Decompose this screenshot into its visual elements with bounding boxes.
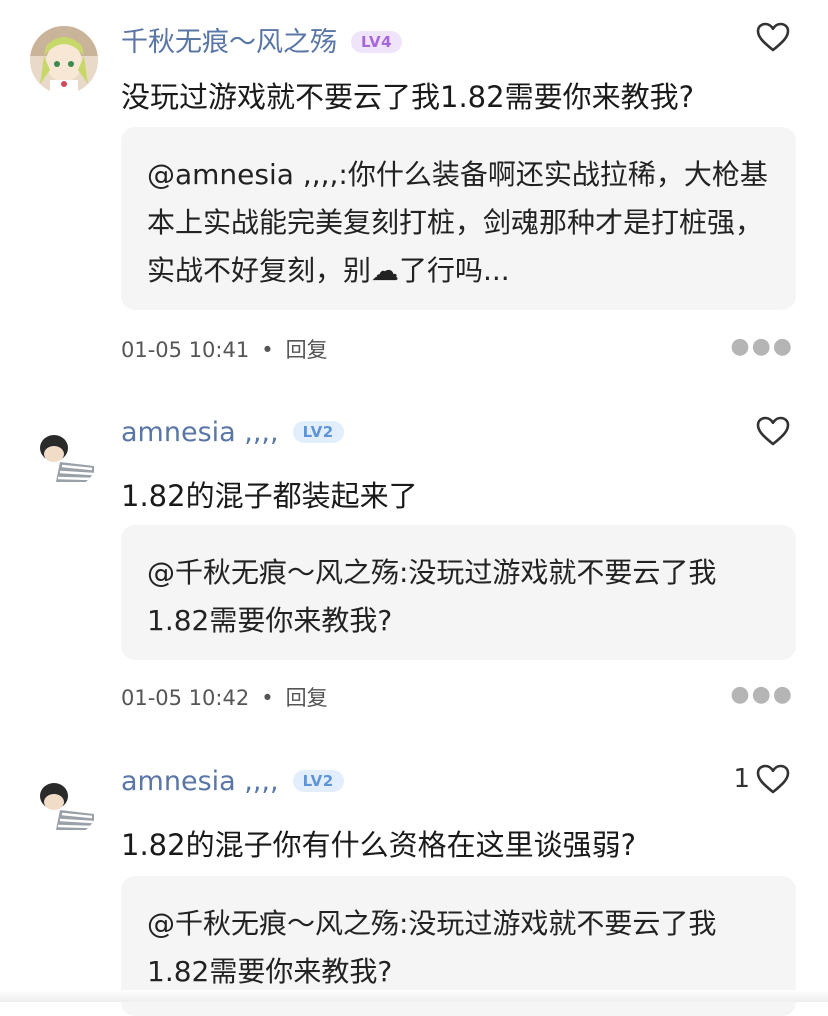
username-text[interactable]: amnesia ,,,, <box>121 766 279 797</box>
child-avatar-icon <box>30 770 98 838</box>
quoted-reply[interactable]: @千秋无痕～风之殇:没玩过游戏就不要云了我1.82需要你来教我? <box>121 525 796 660</box>
level-badge: LV2 <box>292 420 344 443</box>
quoted-reply[interactable]: @amnesia ,,,,:你什么装备啊还实战拉稀，大枪基本上实战能完美复刻打桩… <box>121 127 796 310</box>
level-badge: LV2 <box>292 769 344 792</box>
like-button[interactable] <box>750 416 790 446</box>
comment-meta: 01-05 10:41 • 回复 <box>121 334 328 364</box>
avatar[interactable] <box>30 422 98 490</box>
heart-outline-icon <box>756 22 790 52</box>
bottom-edge <box>0 990 828 1002</box>
reply-button[interactable]: 回复 <box>286 338 328 362</box>
username-text[interactable]: amnesia ,,,, <box>121 417 279 448</box>
comment-meta: 01-05 10:42 • 回复 <box>121 682 328 712</box>
comment-text: 1.82的混子你有什么资格在这里谈强弱? <box>121 828 636 862</box>
comment-text: 没玩过游戏就不要云了我1.82需要你来教我? <box>121 80 694 114</box>
timestamp: 01-05 10:41 <box>121 338 250 362</box>
username[interactable]: amnesia ,,,, LV2 <box>121 766 344 797</box>
timestamp: 01-05 10:42 <box>121 686 250 710</box>
separator-dot: • <box>261 686 274 710</box>
heart-outline-icon <box>756 764 790 794</box>
comment-text: 1.82的混子都装起来了 <box>121 479 418 513</box>
username[interactable]: amnesia ,,,, LV2 <box>121 417 344 448</box>
username[interactable]: 千秋无痕～风之殇 LV4 <box>121 20 403 59</box>
reply-button[interactable]: 回复 <box>286 686 328 710</box>
child-avatar-icon <box>30 422 98 490</box>
heart-outline-icon <box>756 416 790 446</box>
anime-girl-avatar-icon <box>30 26 98 94</box>
avatar[interactable] <box>30 26 98 94</box>
like-button[interactable]: 1 <box>733 764 790 794</box>
separator-dot: • <box>261 338 274 362</box>
username-text[interactable]: 千秋无痕～风之殇 <box>121 27 337 58</box>
more-dots-icon[interactable]: ●●● <box>730 334 794 359</box>
level-badge: LV4 <box>351 30 403 53</box>
like-button[interactable] <box>750 22 790 52</box>
like-count: 1 <box>733 764 750 794</box>
avatar[interactable] <box>30 770 98 838</box>
more-dots-icon[interactable]: ●●● <box>730 682 794 707</box>
